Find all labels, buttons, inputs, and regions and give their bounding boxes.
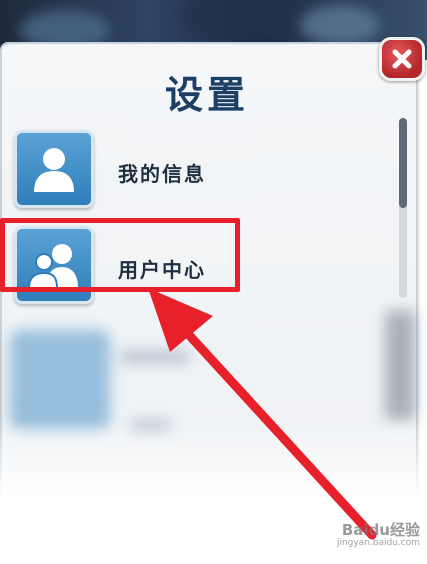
settings-item-label: 我的信息 bbox=[118, 162, 206, 186]
highlight-box bbox=[0, 218, 240, 292]
my-info-tile bbox=[14, 130, 94, 208]
watermark-brand: Baidu经验 bbox=[341, 521, 420, 539]
dialog-title: 设置 bbox=[164, 73, 249, 117]
close-button[interactable] bbox=[379, 37, 425, 81]
settings-item-my-info[interactable]: 我的信息 bbox=[0, 126, 400, 216]
close-x-icon bbox=[392, 49, 412, 69]
watermark-url: jingyan.baidu.com bbox=[336, 538, 420, 548]
scrollbar-thumb[interactable] bbox=[399, 118, 407, 208]
single-user-icon bbox=[34, 148, 74, 192]
